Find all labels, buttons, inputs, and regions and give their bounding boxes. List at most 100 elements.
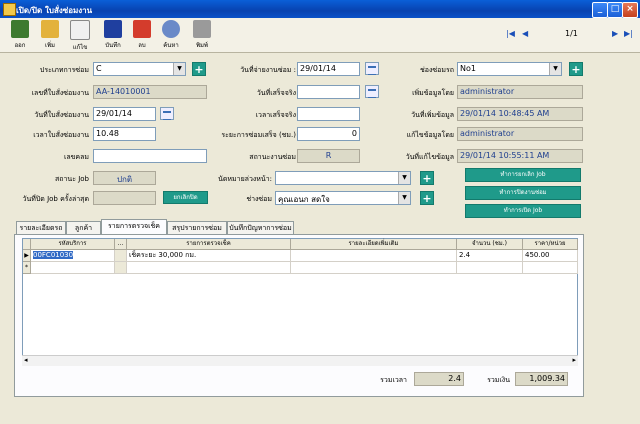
- minimize-button[interactable]: _: [592, 2, 608, 18]
- table-cell-price[interactable]: [523, 262, 578, 274]
- work-status-field: R: [297, 149, 360, 163]
- last-record-icon[interactable]: ▶|: [624, 29, 633, 38]
- current-row-icon: ▶: [23, 250, 31, 262]
- delete-button[interactable]: ลบ: [128, 20, 156, 52]
- add-icon: [41, 20, 59, 38]
- print-button[interactable]: พิมพ์: [188, 20, 216, 52]
- maximize-button[interactable]: □: [607, 2, 623, 18]
- chevron-down-icon: ▼: [173, 63, 185, 75]
- cancel-close-button[interactable]: ยกเลิกปิด: [163, 191, 208, 204]
- lookup-button[interactable]: [115, 250, 127, 262]
- total-amount-label: รวมเงิน: [487, 376, 510, 384]
- total-time-label: รวมเวลา: [380, 376, 407, 384]
- next-appointment-label: นัดหมายล่วงหน้า:: [218, 175, 272, 183]
- doc-no-field: AA-14010001: [93, 85, 207, 99]
- km-label: เลขคลม: [63, 153, 89, 161]
- close-date-label: วันที่ปิด Job ครั้งล่าสุด: [22, 195, 89, 203]
- created-at-field: 29/01/14 10:48:45 AM: [457, 107, 583, 121]
- receive-date-field[interactable]: 29/01/14: [297, 62, 360, 76]
- exit-button[interactable]: ออก: [6, 20, 34, 52]
- duration-field[interactable]: 0: [297, 127, 360, 141]
- table-cell-item[interactable]: เช็คระยะ 30,000 กม.: [127, 250, 291, 262]
- created-at-label: วันที่เพิ่มข้อมูล: [411, 111, 454, 119]
- scroll-left-icon[interactable]: ◂: [24, 356, 28, 364]
- col-header-detail[interactable]: รายละเอียดเพิ่มเติม: [291, 239, 457, 250]
- delete-icon: [133, 20, 151, 38]
- table-cell-code[interactable]: 00FC01030: [31, 250, 115, 262]
- close-repair-button[interactable]: ทำการปิดงานซ่อม: [465, 186, 581, 200]
- table-cell-detail[interactable]: [291, 262, 457, 274]
- add-button[interactable]: เพิ่ม: [36, 20, 64, 52]
- search-icon: [162, 20, 180, 38]
- finish-date-field[interactable]: [297, 85, 360, 99]
- table-cell-detail[interactable]: [291, 250, 457, 262]
- toolbar: ออก เพิ่ม แก้ไข บันทึก ลบ ค้นหา พิมพ์ |◀…: [0, 18, 640, 53]
- page-indicator: 1/1: [565, 29, 578, 38]
- close-button[interactable]: ×: [622, 2, 638, 18]
- edit-button[interactable]: แก้ไข: [66, 20, 94, 52]
- tab-customer[interactable]: ลูกค้า: [66, 221, 101, 234]
- repair-channel-label: ช่องซ่อมรถ: [420, 66, 454, 74]
- duration-label: ระยะการซ่อมเสร็จ (ชม.): [221, 131, 296, 139]
- previous-record-icon[interactable]: ◀: [522, 29, 528, 38]
- doc-time-field[interactable]: 10.48: [93, 127, 156, 141]
- title-bar: เปิด/ปิด ใบสั่งซ่อมงาน _ □ ×: [0, 0, 640, 18]
- save-button[interactable]: บันทึก: [99, 20, 127, 52]
- calendar-icon[interactable]: [365, 62, 379, 75]
- col-header-lookup[interactable]: ...: [115, 239, 127, 250]
- job-status-label: สถานะ Job: [54, 175, 89, 183]
- lookup-button[interactable]: [115, 262, 127, 274]
- scroll-right-icon[interactable]: ▸: [572, 356, 576, 364]
- finish-time-field[interactable]: [297, 107, 360, 121]
- table-cell-hours[interactable]: 2.4: [457, 250, 523, 262]
- chevron-down-icon: ▼: [398, 192, 410, 204]
- tab-checklist[interactable]: รายการตรวจเช็ค: [101, 219, 167, 235]
- job-status-field: ปกติ: [93, 171, 156, 185]
- doc-date-label: วันที่ใบสั่งซ่อมงาน: [34, 111, 89, 119]
- search-button[interactable]: ค้นหา: [157, 20, 185, 52]
- new-row-icon: *: [23, 262, 31, 274]
- total-amount-field: 1,009.34: [515, 372, 568, 386]
- tab-repair-summary[interactable]: สรุปรายการซ่อม: [167, 221, 227, 234]
- add-mechanic-button[interactable]: +: [420, 191, 434, 205]
- first-record-icon[interactable]: |◀: [506, 29, 515, 38]
- calendar-icon[interactable]: [365, 85, 379, 98]
- edit-icon: [70, 20, 90, 40]
- exit-icon: [11, 20, 29, 38]
- table-cell-code[interactable]: [31, 262, 115, 274]
- mechanic-select[interactable]: คุณเอนก สดใจ ▼: [275, 191, 411, 205]
- printer-icon: [193, 20, 211, 38]
- table-cell-hours[interactable]: [457, 262, 523, 274]
- col-header-price[interactable]: ราคา/หน่วย: [523, 239, 578, 250]
- add-repair-type-button[interactable]: +: [192, 62, 206, 76]
- next-appointment-select[interactable]: ▼: [275, 171, 411, 185]
- repair-type-label: ประเภทการซ่อม: [39, 66, 89, 74]
- col-header-item[interactable]: รายการตรวจเช็ค: [127, 239, 291, 250]
- col-header-code[interactable]: รหัสบริการ: [31, 239, 115, 250]
- next-record-icon[interactable]: ▶: [612, 29, 618, 38]
- repair-type-select[interactable]: C ▼: [93, 62, 186, 76]
- repair-channel-select[interactable]: No1 ▼: [457, 62, 562, 76]
- open-job-button[interactable]: ทำการเปิด Job: [465, 204, 581, 218]
- table-cell-price[interactable]: 450.00: [523, 250, 578, 262]
- modified-at-field: 29/01/14 10:55:11 AM: [457, 149, 583, 163]
- modified-by-field: administrator: [457, 127, 583, 141]
- calendar-icon[interactable]: [160, 107, 174, 120]
- tab-vehicle-details[interactable]: รายละเอียดรถ: [16, 221, 66, 234]
- checklist-grid: รหัสบริการ ... รายการตรวจเช็ค รายละเอียด…: [22, 238, 578, 366]
- add-repair-channel-button[interactable]: +: [569, 62, 583, 76]
- finish-time-label: เวลาเสร็จจริง: [255, 111, 296, 119]
- doc-date-field[interactable]: 29/01/14: [93, 107, 156, 121]
- cancel-job-button[interactable]: ทำการยกเลิก Job: [465, 168, 581, 182]
- created-by-field: administrator: [457, 85, 583, 99]
- horizontal-scrollbar[interactable]: ◂ ▸: [22, 355, 578, 366]
- add-appointment-button[interactable]: +: [420, 171, 434, 185]
- close-date-field: [93, 191, 156, 205]
- grid-corner: [23, 239, 31, 250]
- col-header-hours[interactable]: จำนวน (ชม.): [457, 239, 523, 250]
- save-icon: [104, 20, 122, 38]
- tab-repair-problems[interactable]: บันทึกปัญหาการซ่อม: [227, 221, 294, 234]
- created-by-label: เพิ่มข้อมูลโดย: [412, 89, 454, 97]
- km-field[interactable]: [93, 149, 207, 163]
- table-cell-item[interactable]: [127, 262, 291, 274]
